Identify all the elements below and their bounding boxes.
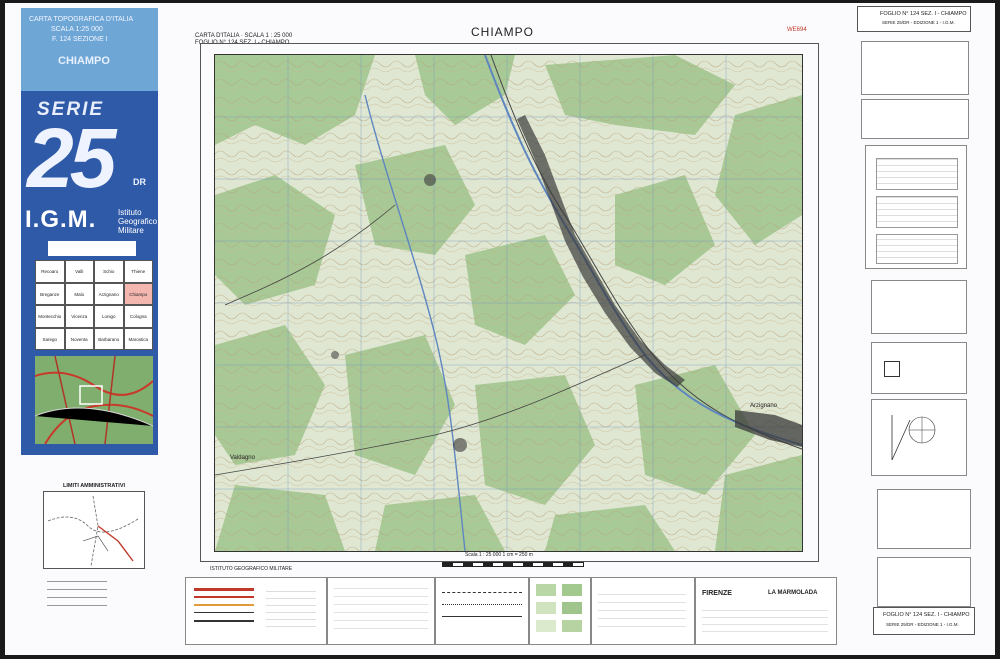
cover-blank-label — [48, 241, 136, 256]
serie-number: 25 — [27, 111, 116, 205]
toponym-marmolada: LA MARMOLADA — [768, 590, 818, 596]
legend-toponymy: FIRENZE LA MARMOLADA — [695, 577, 837, 645]
index-cell: Montecchio — [35, 305, 65, 328]
index-cell: Schio — [94, 260, 124, 283]
magnetic-table-block — [865, 145, 967, 269]
point-location-block — [871, 342, 967, 394]
index-cell: Breganze — [35, 282, 65, 305]
legend-relief — [591, 577, 695, 645]
sheet-code: WE694 — [787, 27, 807, 33]
index-cell: Sarego — [35, 327, 65, 350]
info-block-1 — [861, 41, 969, 95]
index-cell: Cologna — [123, 305, 153, 328]
igm-full-3: Militare — [118, 226, 144, 235]
sheet-index-grid: Recoaro Valli Schio Thiene Breganze Malo Arzig… — [35, 260, 153, 350]
cover-sheet-name: CHIAMPO — [58, 55, 110, 67]
admin-legend — [47, 573, 143, 611]
scale-text: Scala 1 : 25 000 1 cm = 250 m — [465, 552, 533, 558]
igm-full-1: Istituto — [118, 208, 142, 217]
index-cell: Valli — [64, 260, 94, 283]
abbreviations-block — [877, 489, 971, 549]
index-cell: Vicenza — [64, 305, 94, 328]
cover-line-3: F. 124 SEZIONE I — [52, 36, 108, 43]
toponym-firenze: FIRENZE — [702, 590, 732, 597]
index-cell: Chiampo — [123, 282, 153, 305]
institute-note: ISTITUTO GEOGRAFICO MILITARE — [210, 566, 293, 572]
cover-line-1: CARTA TOPOGRAFICA D'ITALIA — [29, 16, 134, 23]
footer-box-line-2: SERIE 25/DR - EDIZIONE 1 - I.G.M. — [886, 622, 959, 627]
legend-buildings — [327, 577, 435, 645]
map-town-arzignano: Arzignano — [750, 403, 778, 409]
footer-box-line-1: FOGLIO N° 124 SEZ. I - CHIAMPO — [883, 612, 970, 618]
index-cell: Barbarano — [94, 327, 124, 350]
index-cell: Arzignano — [94, 282, 124, 305]
title-box-top: FOGLIO N° 124 SEZ. I - CHIAMPO SERIE 25/… — [857, 6, 971, 32]
declination-diagram-block — [871, 399, 967, 476]
index-cell: Noventa — [64, 327, 94, 350]
cover-panel: CARTA TOPOGRAFICA D'ITALIA SCALA 1:25 00… — [21, 8, 158, 455]
legend-transport — [185, 577, 327, 645]
map-title: CHIAMPO — [471, 25, 535, 39]
title-box-bottom: FOGLIO N° 124 SEZ. I - CHIAMPO SERIE 25/… — [873, 607, 975, 635]
compilation-block — [877, 557, 971, 607]
title-box-line-1: FOGLIO N° 124 SEZ. I - CHIAMPO — [880, 11, 967, 17]
info-block-2 — [861, 99, 969, 139]
cover-line-2: SCALA 1:25 000 — [51, 26, 103, 33]
limits-title: LIMITI AMMINISTRATIVI — [63, 483, 126, 489]
location-thumbnail — [35, 356, 153, 444]
index-cell: Recoaro — [35, 260, 65, 283]
legend-vegetation — [529, 577, 591, 645]
index-cell: Thiene — [123, 260, 153, 283]
map-area[interactable]: Valdagno Arzignano — [214, 54, 803, 552]
igm-full-2: Geografico — [118, 217, 158, 226]
map-town-valdagno: Valdagno — [230, 455, 256, 461]
coordinates-block — [871, 280, 967, 334]
title-box-line-2: SERIE 25/DR - EDIZIONE 1 - I.G.M. — [882, 20, 955, 25]
legend-boundaries — [435, 577, 529, 645]
map-sheet: CARTA TOPOGRAFICA D'ITALIA SCALA 1:25 00… — [5, 3, 995, 655]
header-line-1: CARTA D'ITALIA · SCALA 1 : 25 000 — [195, 33, 293, 39]
index-cell: Malo — [64, 282, 94, 305]
scale-bar — [442, 562, 584, 567]
admin-limits-map — [43, 491, 145, 569]
igm-logo-text: I.G.M. — [25, 206, 97, 233]
index-cell: Marostica — [123, 327, 153, 350]
index-cell: Lonigo — [94, 305, 124, 328]
topographic-map[interactable]: Valdagno Arzignano — [215, 55, 802, 551]
cover-header: CARTA TOPOGRAFICA D'ITALIA SCALA 1:25 00… — [21, 8, 158, 91]
serie-suffix: DR — [133, 177, 146, 187]
